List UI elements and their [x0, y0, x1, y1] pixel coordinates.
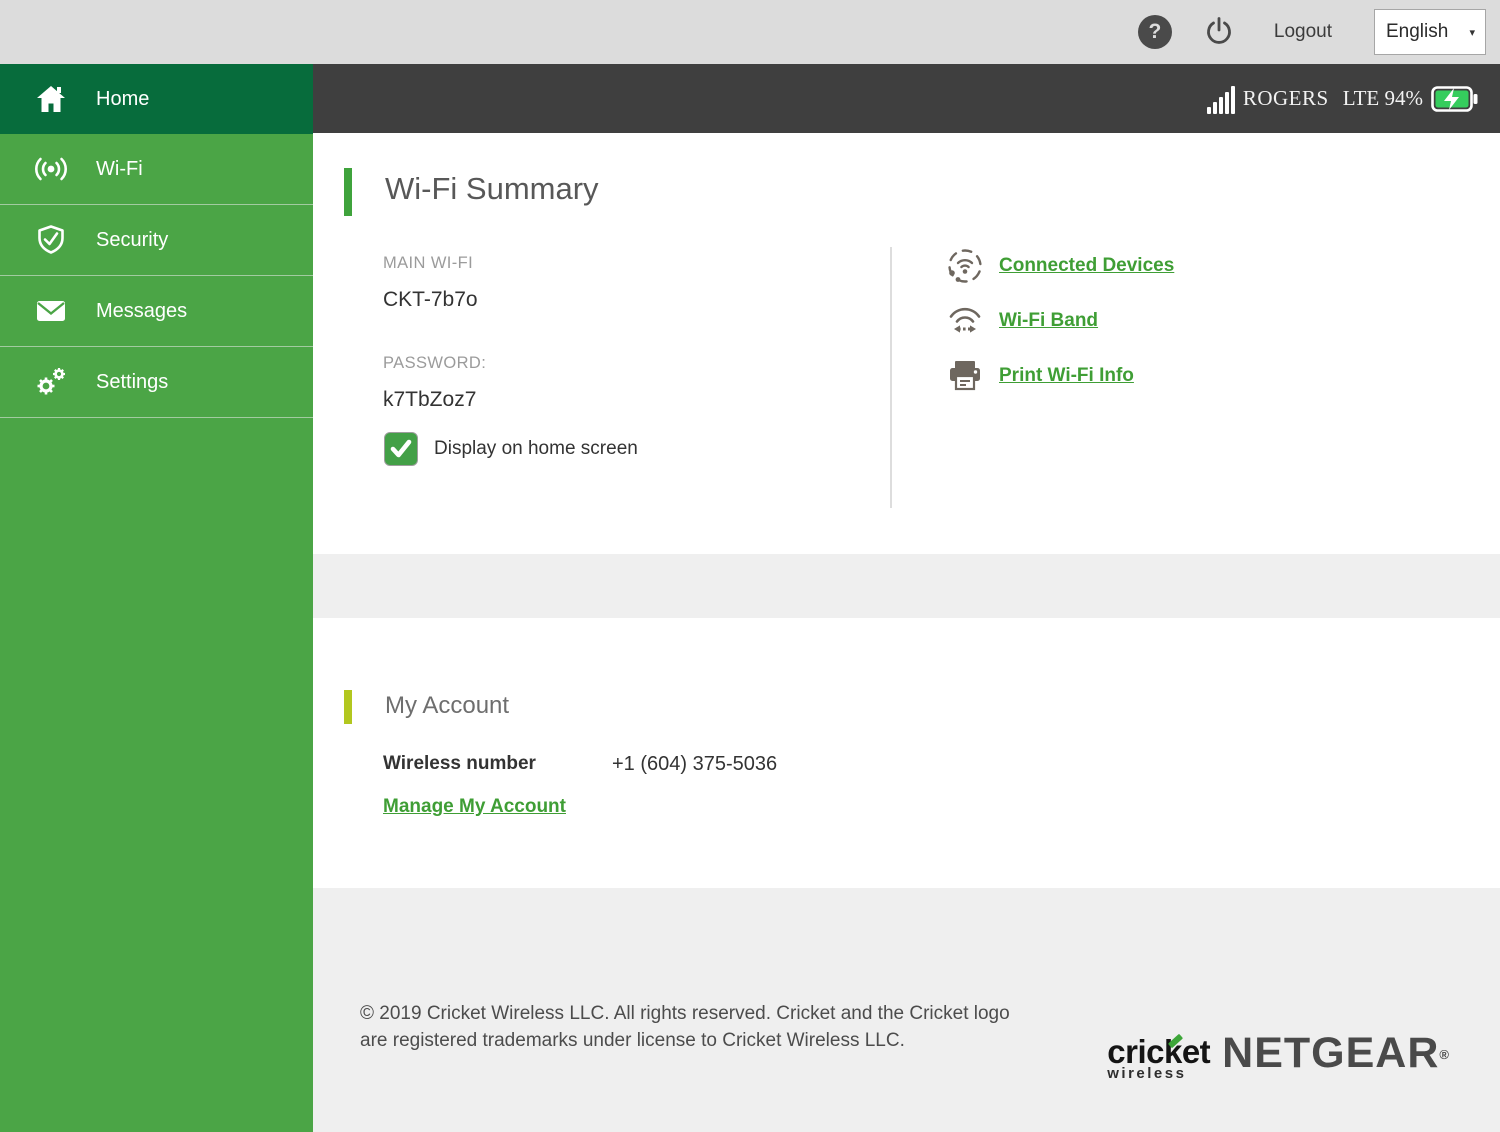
sidebar-nav: Home Wi-Fi Security Messages Settings — [0, 64, 313, 1132]
wifi-summary-section: Wi-Fi Summary MAIN WI-FI CKT-7b7o PASSWO… — [313, 133, 1500, 554]
signal-bars-icon — [1206, 84, 1235, 114]
netgear-logo: NETGEAR® — [1222, 1032, 1450, 1075]
checkbox-label: Display on home screen — [434, 438, 638, 459]
sidebar-item-label: Messages — [96, 299, 188, 322]
battery-charging-icon — [1431, 85, 1478, 112]
language-selected-value: English — [1386, 21, 1449, 42]
section-title: My Account — [385, 692, 510, 719]
help-icon[interactable]: ? — [1137, 15, 1172, 49]
wireless-number-value: +1 (604) 375-5036 — [612, 753, 778, 775]
page-footer: © 2019 Cricket Wireless LLC. All rights … — [313, 888, 1500, 1132]
carrier-name: ROGERS — [1242, 86, 1329, 110]
gears-icon — [33, 366, 69, 398]
envelope-icon — [33, 300, 69, 322]
password-value: k7TbZoz7 — [383, 388, 477, 411]
copyright-line1: © 2019 Cricket Wireless LLC. All rights … — [360, 1003, 1010, 1024]
copyright-text: © 2019 Cricket Wireless LLC. All rights … — [360, 1000, 1010, 1054]
cricket-wireless-logo: cricket wireless — [1107, 1033, 1211, 1082]
sidebar-item-home[interactable]: Home — [0, 64, 313, 134]
copyright-line2: are registered trademarks under license … — [360, 1030, 905, 1051]
top-bar: ? Logout English ▾ — [0, 0, 1500, 64]
display-on-home-screen-checkbox[interactable]: Display on home screen — [384, 432, 638, 466]
main-wifi-label: MAIN WI-FI — [383, 254, 474, 272]
section-accent-bar — [344, 168, 352, 216]
section-spacer — [313, 554, 1500, 618]
cricket-logo-word: cricket — [1107, 1033, 1211, 1070]
registered-mark: ® — [1439, 1047, 1450, 1062]
shield-icon — [33, 225, 69, 255]
logout-button[interactable]: Logout — [1274, 21, 1332, 43]
chevron-down-icon: ▾ — [1469, 26, 1475, 39]
wifi-band-icon — [943, 303, 987, 339]
wireless-number-row: Wireless number +1 (604) 375-5036 — [383, 753, 777, 776]
sidebar-item-label: Home — [96, 87, 150, 110]
status-bar: ROGERS LTE 94% — [313, 64, 1500, 133]
wifi-band-link[interactable]: Wi-Fi Band — [943, 301, 1174, 341]
vertical-divider — [890, 247, 892, 508]
quick-links: Connected Devices Wi-Fi Band Print Wi-Fi… — [943, 246, 1174, 396]
sidebar-item-security[interactable]: Security — [0, 205, 313, 276]
quick-link-label: Print Wi-Fi Info — [999, 365, 1134, 386]
checkbox-checked-icon[interactable] — [384, 432, 418, 466]
main-wifi-value: CKT-7b7o — [383, 288, 478, 311]
section-accent-bar — [344, 690, 352, 724]
sidebar-item-label: Security — [96, 228, 169, 251]
sidebar-item-settings[interactable]: Settings — [0, 347, 313, 418]
connected-devices-link[interactable]: Connected Devices — [943, 246, 1174, 286]
home-icon — [33, 85, 69, 113]
manage-my-account-link[interactable]: Manage My Account — [383, 796, 566, 818]
netgear-logo-word: NETGEAR — [1222, 1029, 1440, 1077]
brand-logos: cricket wireless NETGEAR® — [1107, 1032, 1450, 1083]
sidebar-item-label: Settings — [96, 370, 169, 393]
sidebar-item-wifi[interactable]: Wi-Fi — [0, 134, 313, 205]
wifi-icon — [33, 156, 69, 182]
connected-devices-icon — [943, 246, 987, 286]
help-glyph: ? — [1148, 20, 1162, 43]
sidebar-item-messages[interactable]: Messages — [0, 276, 313, 347]
my-account-section: My Account Wireless number +1 (604) 375-… — [313, 618, 1500, 888]
page-title: Wi-Fi Summary — [385, 171, 599, 206]
power-icon[interactable] — [1204, 16, 1234, 48]
print-wifi-info-link[interactable]: Print Wi-Fi Info — [943, 356, 1174, 396]
quick-link-label: Wi-Fi Band — [999, 310, 1099, 331]
sidebar-item-label: Wi-Fi — [96, 157, 143, 180]
network-battery-text: LTE 94% — [1342, 86, 1423, 110]
wireless-number-label: Wireless number — [383, 753, 536, 774]
language-select[interactable]: English ▾ — [1374, 9, 1486, 55]
quick-link-label: Connected Devices — [999, 255, 1175, 276]
password-label: PASSWORD: — [383, 354, 487, 372]
printer-icon — [943, 359, 987, 393]
